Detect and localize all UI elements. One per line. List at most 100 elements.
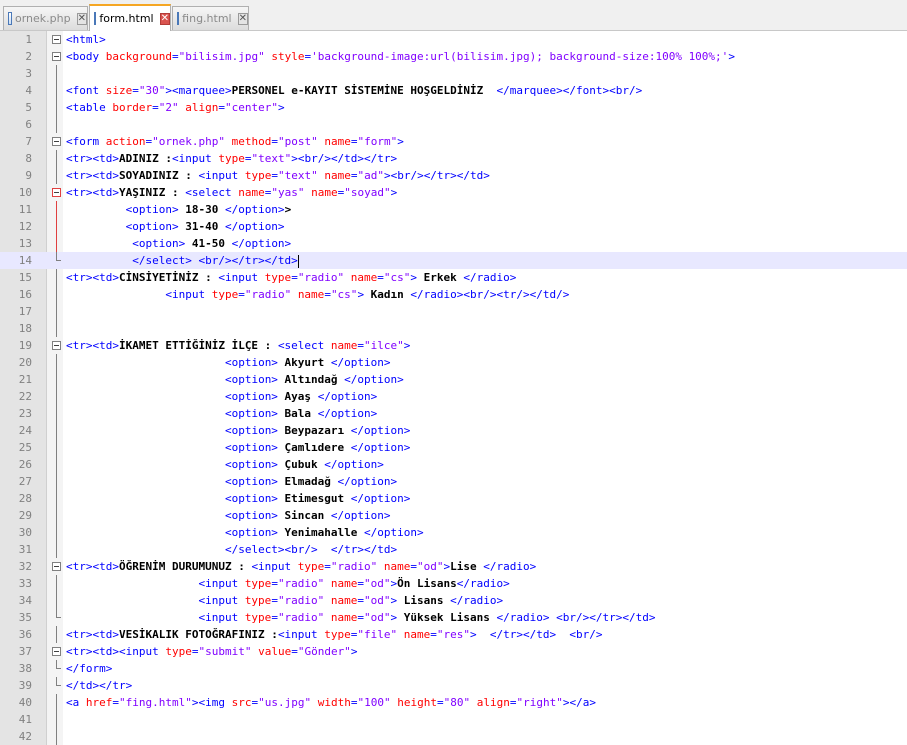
code-line[interactable]: 24 <option> Beypazarı </option> <box>0 422 907 439</box>
fold-line <box>52 507 61 524</box>
close-icon[interactable]: ✕ <box>237 12 248 25</box>
line-number: 6 <box>25 118 32 131</box>
code-token: Lisans <box>397 594 451 607</box>
code-line[interactable]: 36 <tr><td>VESİKALIK FOTOĞRAFINIZ :<input… <box>0 626 907 643</box>
code-line[interactable]: 38 </form> <box>0 660 907 677</box>
code-token: "od" <box>364 594 391 607</box>
line-number: 39 <box>18 679 32 692</box>
fold-toggle-icon[interactable] <box>52 337 61 354</box>
fold-toggle-icon[interactable] <box>52 31 61 48</box>
code-line[interactable]: 25 <option> Çamlıdere </option> <box>0 439 907 456</box>
line-number: 22 <box>18 390 32 403</box>
code-line[interactable]: 41 <box>0 711 907 728</box>
code-token: </option> <box>317 390 378 403</box>
code-editor[interactable]: 1 <html> 2 <body background="bilisim.jpg" s… <box>0 31 907 745</box>
code-token: Lise <box>450 560 484 573</box>
fold-toggle-icon[interactable] <box>52 184 61 201</box>
code-line[interactable]: 1 <html> <box>0 31 907 48</box>
code-token: type <box>264 271 292 284</box>
code-line[interactable]: 32 <tr><td>ÖĞRENİM DURUMUNUZ : <input typ… <box>0 558 907 575</box>
code-token: <input <box>198 577 245 590</box>
code-line[interactable]: 34 <input type="radio" name="od"> Lisans… <box>0 592 907 609</box>
code-token: <option> <box>224 356 278 369</box>
code-token: "radio" <box>330 560 378 573</box>
code-token: "ornek.php" <box>152 135 225 148</box>
code-line[interactable]: 28 <option> Etimesgut </option> <box>0 490 907 507</box>
close-icon[interactable]: ✕ <box>159 12 170 25</box>
code-token: Erkek <box>417 271 464 284</box>
fold-toggle-icon[interactable] <box>52 133 61 150</box>
code-line[interactable]: 42 <box>0 728 907 745</box>
code-line[interactable]: 14 </select> <br/></tr></td> <box>0 252 907 269</box>
code-line[interactable]: 16 <input type="radio" name="cs"> Kadın … <box>0 286 907 303</box>
fold-line <box>52 456 61 473</box>
code-token: "ilce" <box>364 339 404 352</box>
code-token: name <box>238 186 265 199</box>
code-line[interactable]: 10 <tr><td>YAŞINIZ : <select name="yas" n… <box>0 184 907 201</box>
code-line[interactable]: 12 <option> 31-40 </option> <box>0 218 907 235</box>
fold-line <box>52 660 61 677</box>
code-line[interactable]: 22 <option> Ayaş </option> <box>0 388 907 405</box>
code-token: > <box>277 101 285 114</box>
code-token: "radio" <box>277 594 325 607</box>
code-line[interactable]: 21 <option> Altındağ </option> <box>0 371 907 388</box>
code-line[interactable]: 31 </select><br/> </tr></td> <box>0 541 907 558</box>
code-line[interactable]: 15 <tr><td>CİNSİYETİNİZ : <input type="ra… <box>0 269 907 286</box>
code-line[interactable]: 29 <option> Sincan </option> <box>0 507 907 524</box>
code-token: value <box>258 645 292 658</box>
fold-toggle-icon[interactable] <box>52 643 61 660</box>
code-line[interactable]: 33 <input type="radio" name="od">Ön Lisa… <box>0 575 907 592</box>
code-line[interactable]: 35 <input type="radio" name="od"> Yüksek… <box>0 609 907 626</box>
code-token: "Gönder" <box>297 645 351 658</box>
line-number: 12 <box>18 220 32 233</box>
code-text: <font size="30"><marquee>PERSONEL e-KAYI… <box>66 82 642 99</box>
code-line[interactable]: 30 <option> Yenimahalle </option> <box>0 524 907 541</box>
line-number: 23 <box>18 407 32 420</box>
fold-line <box>52 677 61 694</box>
code-line[interactable]: 23 <option> Bala </option> <box>0 405 907 422</box>
code-token: </option> <box>324 458 384 471</box>
code-line[interactable]: 3 <box>0 65 907 82</box>
fold-toggle-icon[interactable] <box>52 558 61 575</box>
code-line[interactable]: 8 <tr><td>ADINIZ :<input type="text"><br/… <box>0 150 907 167</box>
code-line[interactable]: 17 <box>0 303 907 320</box>
code-token: </option> <box>330 509 391 522</box>
code-token: YAŞINIZ : <box>118 186 186 199</box>
code-token: name <box>350 271 378 284</box>
code-token: <tr><td><input <box>66 645 166 658</box>
code-line[interactable]: 27 <option> Elmadağ </option> <box>0 473 907 490</box>
code-line[interactable]: 5 <table border="2" align="center"> <box>0 99 907 116</box>
code-line[interactable]: 19 <tr><td>İKAMET ETTİĞİNİZ İLÇE : <selec… <box>0 337 907 354</box>
code-token: ><img <box>191 696 232 709</box>
code-line[interactable]: 40 <a href="fing.html"><img src="us.jpg" … <box>0 694 907 711</box>
code-line[interactable]: 9 <tr><td>SOYADINIZ : <input type="text" … <box>0 167 907 184</box>
code-line[interactable]: 37 <tr><td><input type="submit" value="Gö… <box>0 643 907 660</box>
code-line[interactable]: 2 <body background="bilisim.jpg" style='b… <box>0 48 907 65</box>
code-line[interactable]: 20 <option> Akyurt </option> <box>0 354 907 371</box>
code-line[interactable]: 39 </td></tr> <box>0 677 907 694</box>
code-token: Yüksek Lisans <box>397 611 497 624</box>
code-line[interactable]: 18 <box>0 320 907 337</box>
code-line[interactable]: 13 <option> 41-50 </option> <box>0 235 907 252</box>
code-token: = <box>218 101 225 114</box>
code-token: <form <box>66 135 106 148</box>
close-icon[interactable]: ✕ <box>76 12 87 25</box>
code-line[interactable]: 6 <box>0 116 907 133</box>
code-token: "ad" <box>357 169 384 182</box>
code-line[interactable]: 26 <option> Çubuk </option> <box>0 456 907 473</box>
fold-toggle-icon[interactable] <box>52 48 61 65</box>
code-text: <option> Akyurt </option> <box>66 354 391 371</box>
code-token: 41-50 <box>185 237 232 250</box>
code-token: <option> <box>224 424 278 437</box>
code-token: Akyurt <box>277 356 331 369</box>
tab-fing-html[interactable]: fing.html ✕ <box>172 6 249 30</box>
code-line[interactable]: 7 <form action="ornek.php" method="post" … <box>0 133 907 150</box>
code-token: type <box>211 288 239 301</box>
code-line[interactable]: 4 <font size="30"><marquee>PERSONEL e-KAY… <box>0 82 907 99</box>
tab-ornek-php[interactable]: ornek.php ✕ <box>3 6 88 30</box>
tab-form-html[interactable]: form.html ✕ <box>89 4 171 31</box>
code-line[interactable]: 11 <option> 18-30 </option>> <box>0 201 907 218</box>
